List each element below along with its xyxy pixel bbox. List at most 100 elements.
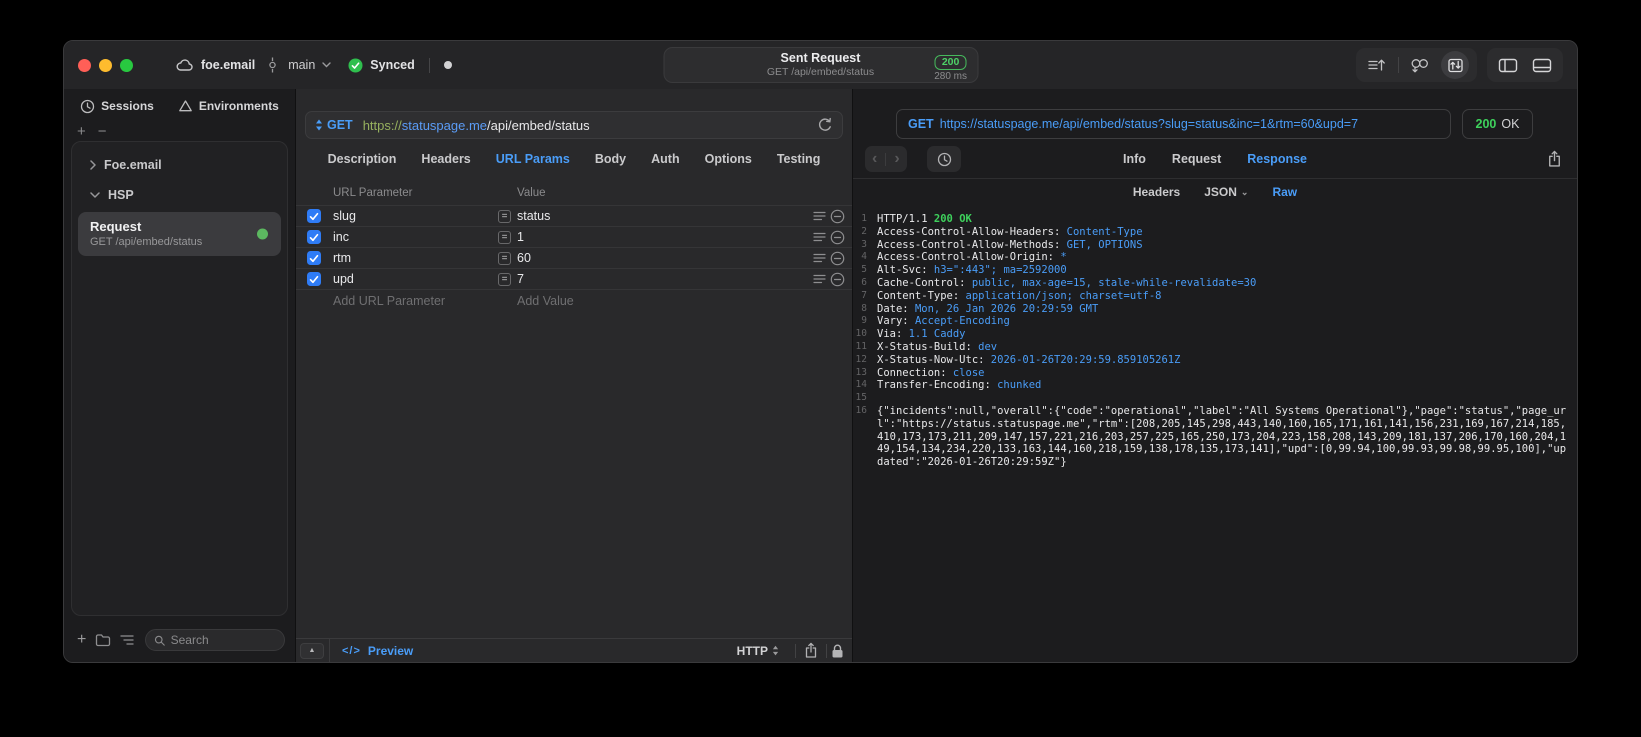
remove-param-icon[interactable] [830,272,845,287]
param-value[interactable]: 7 [517,272,524,286]
request-item-method-path: GET /api/embed/status [90,236,203,248]
sent-request-pill[interactable]: Sent Request GET /api/embed/status 200 2… [663,47,978,83]
request-url-bar[interactable]: GET https:// statuspage.me /api/embed/st… [305,111,843,139]
request-url[interactable]: https:// statuspage.me /api/embed/status [363,118,590,133]
minimize-window-button[interactable] [99,58,112,72]
tab-testing[interactable]: Testing [777,152,821,166]
nav-separator [885,152,887,166]
param-name[interactable]: rtm [333,251,351,265]
param-checkbox[interactable] [307,251,321,265]
tab-info[interactable]: Info [1123,152,1146,166]
param-name[interactable]: slug [333,209,356,223]
sync-loop-button[interactable] [1407,52,1433,78]
collapse-panel-button[interactable]: ▲ [300,642,324,659]
param-value[interactable]: status [517,209,550,223]
param-value[interactable]: 1 [517,230,524,244]
close-window-button[interactable] [78,58,91,72]
header-key: X-Status-Now-Utc: [877,353,991,366]
add-param-row: Add URL Parameter Add Value [296,289,852,311]
param-name[interactable]: inc [333,230,349,244]
send-receive-button[interactable] [1441,51,1469,79]
subtab-json[interactable]: JSON ⌄ [1204,185,1248,199]
line-number: 3 [861,238,867,250]
param-row-slug: slug = status [296,205,852,226]
tab-body[interactable]: Body [595,152,626,166]
param-value[interactable]: 60 [517,251,531,265]
param-checkbox[interactable] [307,209,321,223]
header-key: Alt-Svc: [877,264,934,277]
line-number: 11 [855,340,867,352]
line-number: 15 [855,392,867,404]
response-line: 3 Access-Control-Allow-Methods: GET, OPTI… [853,239,1571,252]
request-list-button[interactable] [1364,52,1390,78]
back-button[interactable]: ‹ [872,150,877,168]
reorder-handle-icon[interactable] [813,211,826,221]
history-button[interactable] [927,146,961,172]
response-line: 11 X-Status-Build: dev [853,341,1571,354]
branch-name[interactable]: main [288,58,315,72]
lock-button[interactable] [831,643,844,659]
response-status-code: 200 [1475,117,1497,131]
protocol-selector[interactable]: HTTP [737,644,768,658]
remove-item-button[interactable]: − [98,123,107,140]
param-checkbox[interactable] [307,230,321,244]
lock-icon [832,644,843,657]
subtab-headers[interactable]: Headers [1133,185,1180,199]
add-value-field[interactable]: Add Value [517,294,574,308]
preview-button[interactable]: Preview [368,644,413,658]
sent-request-url-box[interactable]: GET https://statuspage.me/api/embed/stat… [896,109,1451,139]
add-item-button[interactable]: + [77,123,86,140]
param-row-upd: upd = 7 [296,268,852,289]
tab-sessions[interactable]: Sessions [80,99,154,114]
reorder-handle-icon[interactable] [813,253,826,263]
header-value: Content-Type [1066,225,1143,238]
request-tree-item-selected[interactable]: Request GET /api/embed/status [78,212,281,256]
response-body[interactable]: 1 HTTP/1.1 200 OK 2 Access-Control-Allow-H… [853,205,1577,662]
tab-request[interactable]: Request [1172,152,1221,166]
tree-group-hsp[interactable]: HSP [78,180,281,210]
tab-environments[interactable]: Environments [178,99,279,113]
search-field[interactable] [145,629,285,651]
share-button[interactable] [804,642,818,659]
method-stepper-icon[interactable] [315,119,323,131]
new-folder-icon[interactable] [95,633,111,647]
param-name[interactable]: upd [333,272,354,286]
tab-headers[interactable]: Headers [421,152,470,166]
remove-param-icon[interactable] [830,251,845,266]
chevron-down-icon[interactable] [322,62,331,68]
tab-url-params[interactable]: URL Params [496,152,570,166]
export-response-button[interactable] [1547,150,1562,168]
tab-options[interactable]: Options [705,152,752,166]
response-line: 6 Cache-Control: public, max-age=15, stal… [853,277,1571,290]
subtab-raw[interactable]: Raw [1272,185,1297,199]
tab-auth[interactable]: Auth [651,152,679,166]
line-number: 13 [855,366,867,378]
tab-response[interactable]: Response [1247,152,1307,166]
url-params-table: URL Parameter Value slug = status inc = … [296,179,852,311]
new-request-button[interactable]: + [77,631,86,649]
list-options-icon[interactable] [120,634,136,646]
add-url-parameter-field[interactable]: Add URL Parameter [333,294,445,308]
param-checkbox[interactable] [307,272,321,286]
zoom-window-button[interactable] [120,58,133,72]
sidebar: Sessions Environments + − Foe.email HSP … [64,89,296,662]
reorder-handle-icon[interactable] [813,232,826,242]
remove-param-icon[interactable] [830,209,845,224]
request-method[interactable]: GET [327,118,353,132]
forward-button[interactable]: › [894,150,899,168]
project-name[interactable]: foe.email [201,58,255,72]
sent-request-title: Sent Request [780,51,861,66]
toggle-bottom-panel-button[interactable] [1529,52,1555,78]
param-row-rtm: rtm = 60 [296,247,852,268]
protocol-stepper-icon[interactable] [772,645,779,656]
header-value: close [952,366,985,379]
search-input[interactable] [170,633,276,647]
equals-badge: = [498,209,511,223]
tab-description[interactable]: Description [328,152,397,166]
resend-icon[interactable] [817,117,833,133]
tree-group-foe-email[interactable]: Foe.email [78,150,281,180]
remove-param-icon[interactable] [830,230,845,245]
reorder-handle-icon[interactable] [813,274,826,284]
check-icon [309,275,319,283]
toggle-sidebar-button[interactable] [1495,52,1521,78]
